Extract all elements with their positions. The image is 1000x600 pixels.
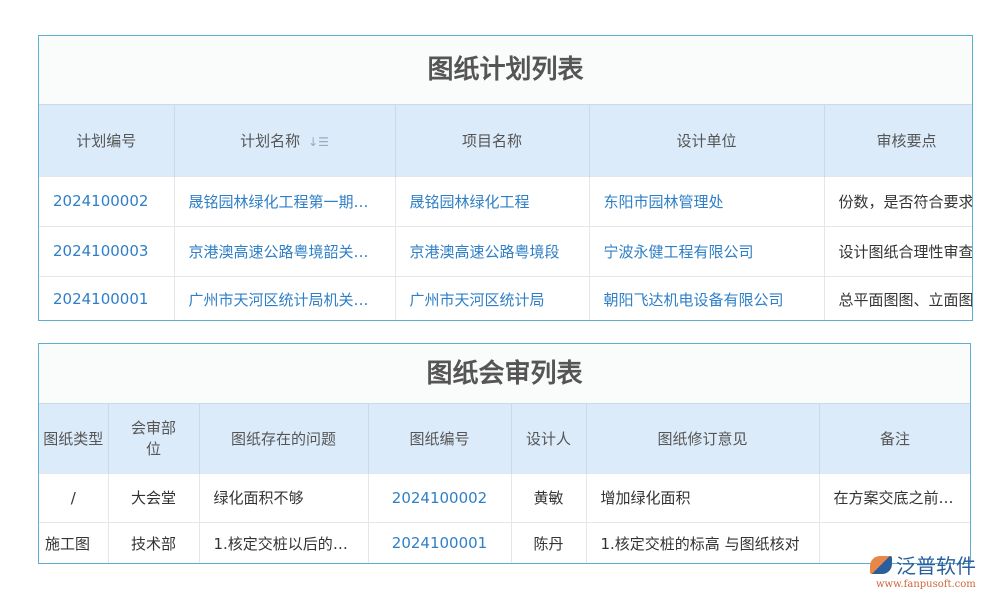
plan-name-link[interactable]: 京港澳高速公路粤境韶关段改扩建: [174, 226, 395, 276]
plan-no-link[interactable]: 2024100001: [39, 276, 174, 321]
review-points: 设计图纸合理性审查: [824, 226, 973, 276]
table-row[interactable]: 施工图 技术部 1.核定交桩以后的标高 2024100001 陈丹 1.核定交桩…: [39, 522, 971, 564]
review-points: 份数，是否符合要求: [824, 176, 973, 226]
project-name-link[interactable]: 京港澳高速公路粤境段: [395, 226, 589, 276]
header-revision[interactable]: 图纸修订意见: [586, 404, 819, 473]
review-points: 总平面图图、立面图: [824, 276, 973, 321]
design-unit-link[interactable]: 朝阳飞达机电设备有限公司: [589, 276, 824, 321]
plan-list-title: 图纸计划列表: [39, 36, 972, 105]
header-drawing-type[interactable]: 图纸类型: [39, 404, 108, 473]
sort-icon[interactable]: ↓☰: [308, 135, 329, 149]
logo-name: 泛普软件: [896, 550, 976, 579]
table-row[interactable]: 2024100003 京港澳高速公路粤境韶关段改扩建 京港澳高速公路粤境段 宁波…: [39, 226, 973, 276]
table-row[interactable]: 2024100002 晟铭园林绿化工程第一期施工图 晟铭园林绿化工程 东阳市园林…: [39, 176, 973, 226]
header-plan-name[interactable]: 计划名称 ↓☰: [174, 105, 395, 176]
plan-name-link[interactable]: 晟铭园林绿化工程第一期施工图: [174, 176, 395, 226]
header-project-name[interactable]: 项目名称: [395, 105, 589, 176]
review-dept: 技术部: [108, 522, 199, 564]
issues: 绿化面积不够: [199, 473, 368, 522]
header-plan-no[interactable]: 计划编号: [39, 105, 174, 176]
table-row[interactable]: 2024100001 广州市天河区统计局机关办公楼 广州市天河区统计局 朝阳飞达…: [39, 276, 973, 321]
header-remarks[interactable]: 备注: [819, 404, 971, 473]
logo-icon: [870, 556, 892, 574]
drawing-type: 施工图: [39, 522, 108, 564]
remarks: 在方案交底之前完成: [819, 473, 971, 522]
plan-no-link[interactable]: 2024100002: [39, 176, 174, 226]
header-issues[interactable]: 图纸存在的问题: [199, 404, 368, 473]
table-row[interactable]: / 大会堂 绿化面积不够 2024100002 黄敏 增加绿化面积 在方案交底之…: [39, 473, 971, 522]
designer: 黄敏: [511, 473, 586, 522]
review-table: 图纸类型 会审部位 图纸存在的问题 图纸编号 设计人 图纸修订意见 备注 / 大…: [39, 404, 971, 564]
header-label: 计划名称: [240, 132, 300, 150]
fanpusoft-logo: 泛普软件 www.fanpusoft.com: [870, 550, 976, 590]
plan-list-panel: 图纸计划列表 计划编号 计划名称 ↓☰ 项目名称 设计单位 审核要点 202410…: [38, 35, 973, 321]
revision: 增加绿化面积: [586, 473, 819, 522]
header-review-points[interactable]: 审核要点: [824, 105, 973, 176]
plan-table: 计划编号 计划名称 ↓☰ 项目名称 设计单位 审核要点 2024100002 晟铭…: [39, 105, 973, 321]
review-list-title: 图纸会审列表: [39, 344, 970, 404]
design-unit-link[interactable]: 东阳市园林管理处: [589, 176, 824, 226]
issues: 1.核定交桩以后的标高: [199, 522, 368, 564]
designer: 陈丹: [511, 522, 586, 564]
logo-url: www.fanpusoft.com: [876, 579, 976, 590]
drawing-no-link[interactable]: 2024100002: [368, 473, 511, 522]
plan-no-link[interactable]: 2024100003: [39, 226, 174, 276]
project-name-link[interactable]: 晟铭园林绿化工程: [395, 176, 589, 226]
revision: 1.核定交桩的标高 与图纸核对: [586, 522, 819, 564]
header-drawing-no[interactable]: 图纸编号: [368, 404, 511, 473]
design-unit-link[interactable]: 宁波永健工程有限公司: [589, 226, 824, 276]
plan-name-link[interactable]: 广州市天河区统计局机关办公楼: [174, 276, 395, 321]
review-dept: 大会堂: [108, 473, 199, 522]
project-name-link[interactable]: 广州市天河区统计局: [395, 276, 589, 321]
drawing-type: /: [39, 473, 108, 522]
header-designer[interactable]: 设计人: [511, 404, 586, 473]
header-design-unit[interactable]: 设计单位: [589, 105, 824, 176]
review-list-panel: 图纸会审列表 图纸类型 会审部位 图纸存在的问题 图纸编号 设计人 图纸修订意见…: [38, 343, 971, 564]
header-review-dept[interactable]: 会审部位: [108, 404, 199, 473]
drawing-no-link[interactable]: 2024100001: [368, 522, 511, 564]
